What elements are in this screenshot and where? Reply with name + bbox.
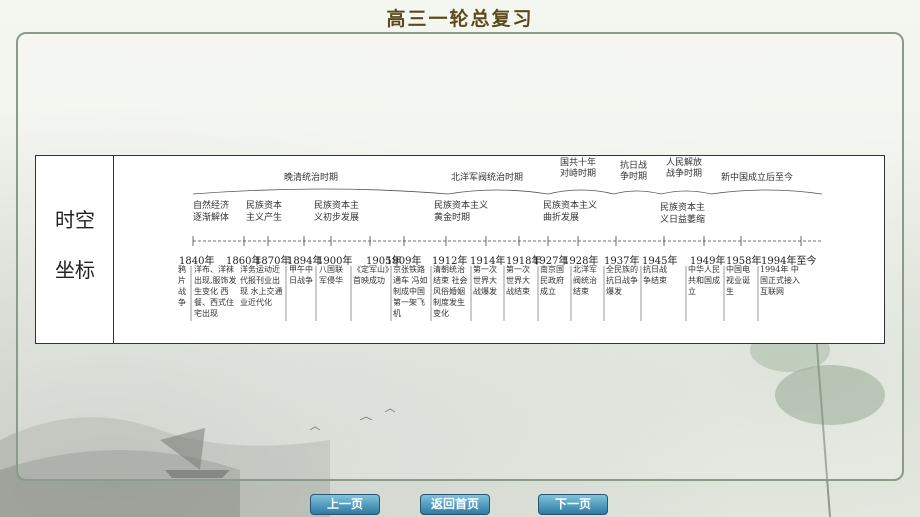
stage-2-line1: 民族资本 [246,201,283,211]
stage-3-line2: 义初步发展 [314,213,360,223]
period-liberation-line1: 人民解放 [666,158,703,168]
period-kmt-line1: 国共十年 [560,158,597,168]
event-1870: 洋务运动近代报刊业出现 水上交通业近代化 [240,265,283,307]
label-line-2: 坐标 [55,258,95,282]
event-1918: 第一次世界大战结束 [506,265,530,296]
header-title: 高三一轮总复习 [386,8,534,30]
period-late-qing: 晚清统治时期 [284,173,339,183]
label-line-1: 时空 [55,208,95,232]
stage-6-line2: 义日益萎缩 [660,215,706,225]
stage-1-line1: 自然经济 [193,201,230,211]
stage-5-line1: 民族资本主义 [543,201,598,211]
stage-5-line2: 曲折发展 [543,213,580,223]
event-1860: 洋布、洋袜出现,服饰发生变化 西餐、西式住宅出现 [194,265,237,318]
event-1927: 南京国民政府成立 [540,265,564,296]
event-1905: 《定军山》首映成功 [353,265,389,285]
event-1914: 第一次世界大战爆发 [473,265,497,296]
event-1912: 清朝统治结束 社会风俗婚姻制度发生变化 [433,265,468,318]
period-beiyang: 北洋军阀统治时期 [451,173,524,183]
stage-1-line2: 逐渐解体 [193,213,230,223]
event-1840: 鸦片战争 [178,265,186,307]
label-column: 时空 坐标 [36,156,114,343]
event-1949: 中华人民共和国成立 [688,265,720,296]
period-liberation-line2: 战争时期 [666,169,703,179]
home-button[interactable]: 返回首页 [420,494,490,515]
stage-6-line1: 民族资本主 [660,203,706,213]
event-1928: 北洋军阀统治结束 [573,265,597,296]
event-1900: 八国联军侵华 [319,265,343,285]
stage-2-line2: 主义产生 [246,213,283,223]
event-1937: 全民族的抗日战争爆发 [606,265,638,296]
prev-page-button[interactable]: 上一页 [310,494,380,515]
event-1909: 京张铁路通车 冯如制成中国第一架飞机 [393,265,428,318]
event-1945: 抗日战争结束 [643,265,667,285]
next-page-button[interactable]: 下一页 [538,494,608,515]
timeline-table: 时空 坐标 晚清统治时期 北洋军阀统治时期 国共十年 对峙时期 抗日战 争时期 … [35,155,885,344]
event-1958: 中国电视业诞生 [726,265,750,296]
event-1894: 甲午中日战争 [289,265,313,285]
period-anti-japan-line2: 争时期 [620,172,648,182]
period-kmt-line2: 对峙时期 [560,169,597,179]
stage-3-line1: 民族资本主 [314,201,360,211]
period-anti-japan-line1: 抗日战 [620,161,648,171]
stage-4-line1: 民族资本主义 [434,201,489,211]
timeline-chart: 晚清统治时期 北洋军阀统治时期 国共十年 对峙时期 抗日战 争时期 人民解放 战… [176,156,822,327]
period-new-china: 新中国成立后至今 [721,173,794,183]
event-1994: 1994年 中国正式接入互联网 [760,265,800,296]
stage-4-line2: 黄金时期 [434,213,471,223]
